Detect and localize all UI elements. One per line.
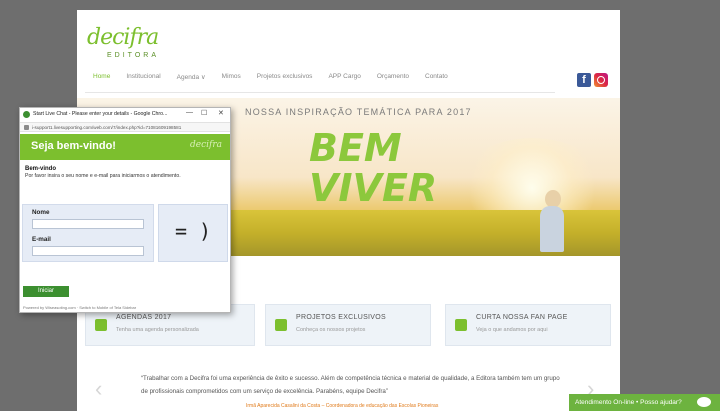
nav-mimos[interactable]: Mimos bbox=[214, 73, 249, 81]
lock-icon bbox=[24, 125, 29, 130]
window-titlebar[interactable]: Start Live Chat - Please enter your deta… bbox=[20, 108, 230, 121]
card-fan-page[interactable]: CURTA NOSSA FAN PAGE Veja o que andamos … bbox=[445, 304, 611, 346]
nav-projetos-exclusivos[interactable]: Projetos exclusivos bbox=[249, 73, 321, 81]
hero-title: NOSSA INSPIRAÇÃO TEMÁTICA PARA 2017 bbox=[245, 107, 472, 117]
chat-bubble-icon bbox=[697, 397, 711, 407]
hero-headline: BEM VIVER bbox=[309, 126, 438, 210]
nav-home[interactable]: Home bbox=[85, 73, 118, 81]
social-links: f bbox=[577, 73, 608, 87]
nav-app-cargo[interactable]: APP Cargo bbox=[320, 73, 368, 81]
smiley-icon: = ) bbox=[174, 219, 212, 243]
window-title: Start Live Chat - Please enter your deta… bbox=[33, 111, 168, 117]
close-icon[interactable]: ✕ bbox=[218, 109, 224, 117]
chat-favicon-icon bbox=[23, 111, 30, 118]
name-label: Nome bbox=[32, 209, 50, 216]
address-url: i-support1.livesupporting.com/web.com/7/… bbox=[32, 125, 182, 130]
card-projetos[interactable]: PROJETOS EXCLUSIVOS Conheça os nossos pr… bbox=[265, 304, 431, 346]
start-chat-button[interactable]: Iniciar bbox=[23, 286, 69, 297]
address-bar[interactable]: i-support1.livesupporting.com/web.com/7/… bbox=[20, 122, 230, 132]
nav-orcamento[interactable]: Orçamento bbox=[369, 73, 417, 81]
live-chat-window: Start Live Chat - Please enter your deta… bbox=[19, 107, 231, 313]
smiley-panel: = ) bbox=[158, 204, 228, 262]
powered-by-text: Powered by Wiseasoting.com · Switch to M… bbox=[23, 305, 137, 310]
facebook-icon[interactable]: f bbox=[577, 73, 591, 87]
name-input[interactable] bbox=[32, 219, 144, 229]
book-icon bbox=[275, 319, 287, 331]
chat-header: Seja bem-vindo! decifra bbox=[20, 134, 230, 160]
maximize-icon[interactable]: ☐ bbox=[201, 109, 207, 117]
intro-heading: Bem-vindo bbox=[25, 166, 57, 172]
testimonial-author: Irmã Aparecida Casalini da Costa – Coord… bbox=[246, 403, 439, 409]
online-support-bar[interactable]: Atendimento On-line • Posso ajudar? bbox=[569, 394, 720, 411]
testimonial-quote: “Trabalhar com a Decifra foi uma experiê… bbox=[141, 375, 560, 395]
chat-form: Nome E-mail bbox=[22, 204, 154, 262]
calendar-icon bbox=[95, 319, 107, 331]
email-input[interactable] bbox=[32, 246, 144, 256]
online-support-label: Atendimento On-line • Posso ajudar? bbox=[575, 399, 682, 406]
instagram-icon[interactable] bbox=[594, 73, 608, 87]
girl-figure bbox=[535, 190, 569, 252]
carousel-prev-icon[interactable]: ‹ bbox=[95, 376, 102, 402]
nav-contato[interactable]: Contato bbox=[417, 73, 456, 81]
minimize-icon[interactable]: — bbox=[186, 109, 193, 116]
chat-logo: decifra bbox=[190, 140, 223, 150]
nav-divider bbox=[85, 92, 555, 93]
intro-text: Por favor insira o seu nome e e-mail par… bbox=[25, 173, 181, 179]
nav-institucional[interactable]: Institucional bbox=[118, 73, 168, 81]
site-logo[interactable]: decifra EDITORA bbox=[87, 25, 159, 63]
main-navigation: Home Institucional Agenda ∨ Mimos Projet… bbox=[85, 73, 456, 81]
chat-welcome-title: Seja bem-vindo! bbox=[31, 140, 116, 152]
nav-agenda[interactable]: Agenda ∨ bbox=[169, 73, 214, 81]
thumbs-up-icon bbox=[455, 319, 467, 331]
email-label: E-mail bbox=[32, 236, 51, 243]
